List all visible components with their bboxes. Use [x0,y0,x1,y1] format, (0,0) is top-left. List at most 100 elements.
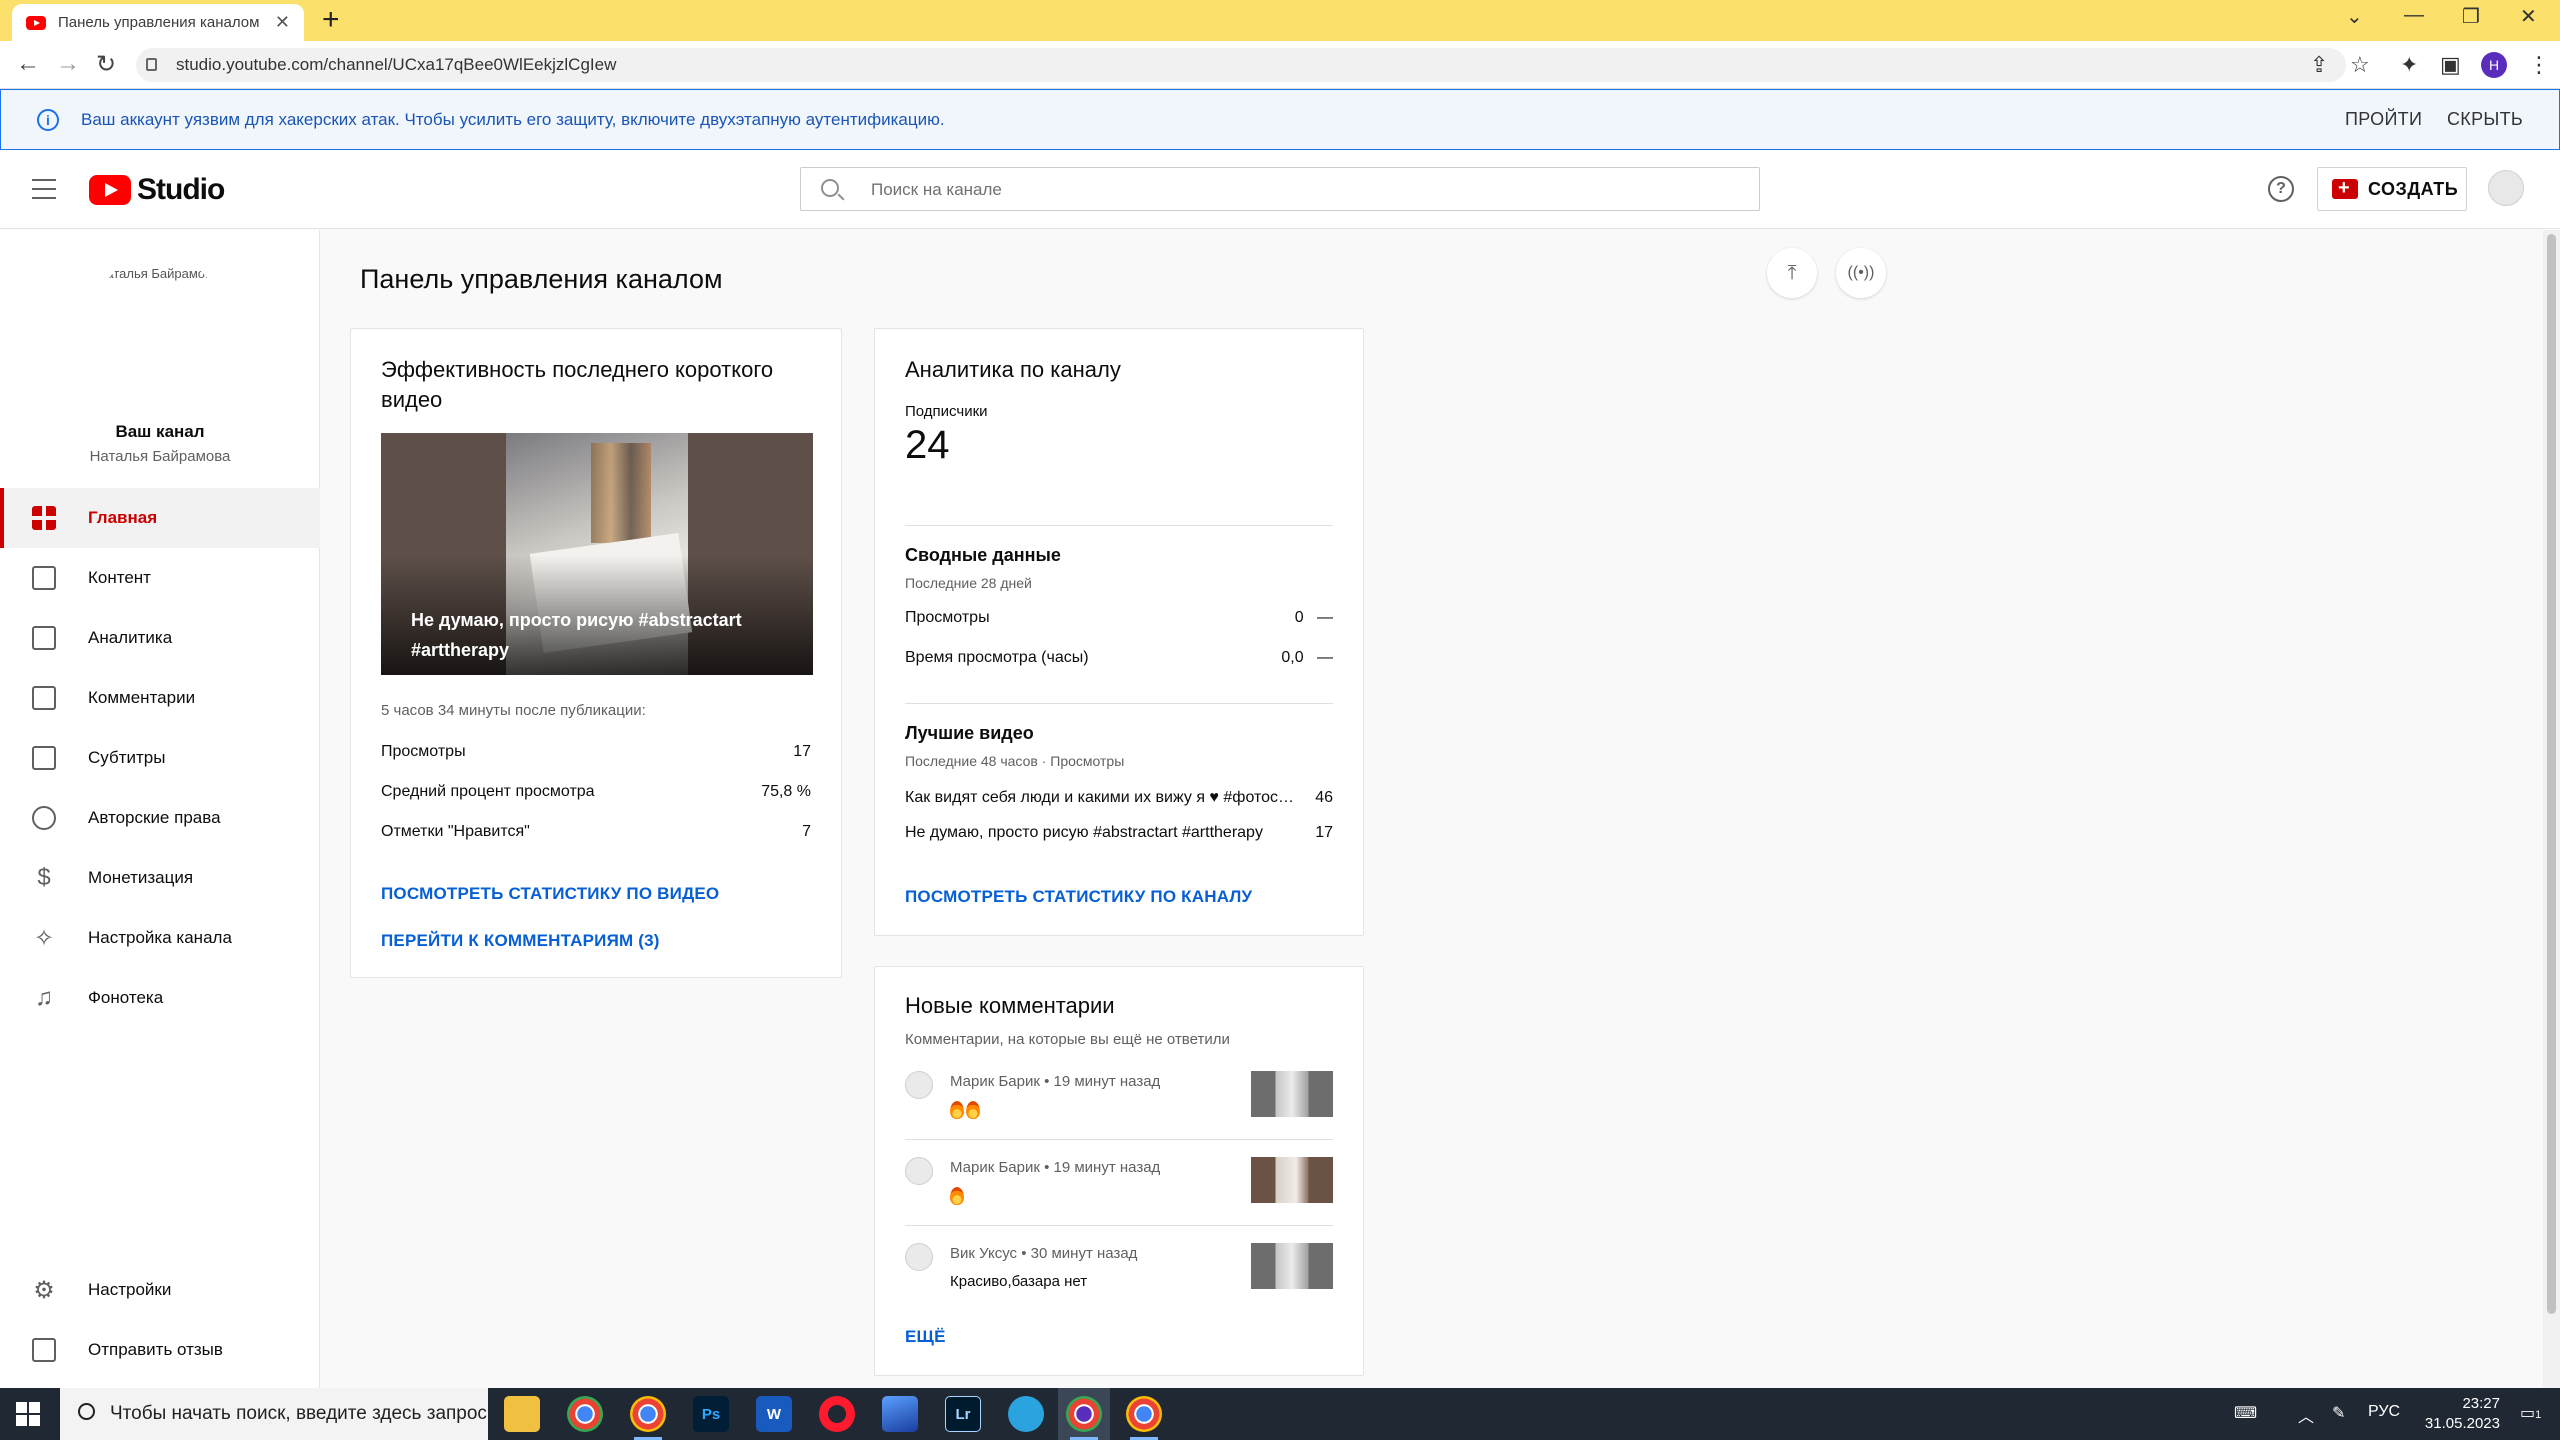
minimize-window-icon[interactable]: — [2404,4,2424,27]
top-videos-period: Последние 48 часов · Просмотры [905,753,1125,769]
browser-tab[interactable]: Панель управления каналом - YouTube Stud… [12,4,304,41]
forward-arrow-icon[interactable]: → [56,50,80,78]
notifications-count: 1 [2535,1409,2542,1421]
notifications-icon[interactable]: ▭1 [2520,1403,2541,1423]
hamburger-menu-icon[interactable] [32,179,56,199]
photoshop-icon[interactable]: Ps [693,1396,729,1432]
pen-tray-icon[interactable]: ✎ [2332,1403,2345,1423]
sidebar-item-monetization[interactable]: $ Монетизация [0,848,320,908]
dollar-icon: $ [37,864,51,891]
new-tab-button[interactable]: + [322,5,340,35]
telegram-icon[interactable] [1008,1396,1044,1432]
sidebar-item-audio-library[interactable]: ♫ Фонотека [0,968,320,1028]
comment-video-thumbnail[interactable] [1251,1157,1333,1203]
lightroom-icon[interactable]: Lr [945,1396,981,1432]
channel-avatar[interactable]: Наталья Байрамова [96,254,220,378]
sidebar-item-settings[interactable]: ⚙ Настройки [0,1260,320,1320]
file-explorer-icon[interactable] [504,1396,540,1432]
create-button[interactable]: СОЗДАТЬ [2317,167,2467,211]
sidebar-item-customization[interactable]: ✧ Настройка канала [0,908,320,968]
browser-menu-icon[interactable]: ⋮ [2528,52,2550,78]
comment-video-thumbnail[interactable] [1251,1243,1333,1289]
comment-item[interactable]: Вик Уксус • 30 минут назад Красиво,базар… [905,1243,1333,1329]
sidebar-item-analytics[interactable]: Аналитика [0,608,320,668]
upload-icon[interactable]: ⤒ [1767,248,1817,298]
go-live-icon[interactable]: ((•)) [1836,248,1886,298]
opera-icon[interactable] [819,1396,855,1432]
page-scrollbar[interactable] [2543,230,2560,1388]
go-to-comments-link[interactable]: ПЕРЕЙТИ К КОММЕНТАРИЯМ (3) [381,931,660,951]
chrome-window-icon[interactable] [1126,1396,1162,1440]
summary-value: 0 [1294,609,1304,626]
sidebar-item-subtitles[interactable]: Субтитры [0,728,320,788]
taskbar-clock[interactable]: 23:27 31.05.2023 [2400,1394,2500,1434]
sidebar-item-label: Настройка канала [88,928,232,947]
tab-close-icon[interactable]: ✕ [275,12,290,33]
taskbar-search-box[interactable]: Чтобы начать поиск, введите здесь запрос [60,1388,488,1440]
commenter-avatar[interactable] [905,1157,933,1185]
help-icon[interactable]: ? [2268,176,2294,202]
address-bar[interactable]: studio.youtube.com/channel/UCxa17qBee0Wl… [136,48,2346,82]
fire-emoji-icon [966,1101,980,1120]
account-avatar[interactable] [2488,170,2524,206]
commenter-avatar[interactable] [905,1243,933,1271]
comment-item[interactable]: Марик Барик • 19 минут назад [905,1071,1333,1157]
stat-row: Средний процент просмотра 75,8 % [381,783,811,801]
chrome-icon[interactable] [567,1396,603,1432]
close-window-icon[interactable]: ✕ [2520,4,2537,29]
sidebar-item-label: Авторские права [88,808,221,827]
tab-title: Панель управления каналом - YouTube Stud… [58,14,263,31]
chrome-profile-icon[interactable] [630,1396,666,1440]
top-video-row[interactable]: Как видят себя люди и какими их вижу я ♥… [905,789,1333,807]
sidebar-item-dashboard[interactable]: Главная [0,488,320,548]
summary-row: Просмотры 0 — [905,609,1333,627]
channel-analytics-card: Аналитика по каналу Подписчики 24 Сводны… [874,328,1364,936]
tab-search-chevron-icon[interactable]: ⌄ [2346,4,2363,29]
stat-label: Средний процент просмотра [381,783,595,800]
reload-icon[interactable]: ↻ [96,50,116,79]
youtube-play-icon [89,175,131,205]
comment-author: Марик Барик • 19 минут назад [950,1073,1161,1090]
video-thumbnail[interactable]: Не думаю, просто рисую #abstractart #art… [381,433,813,675]
infobar-go-button[interactable]: ПРОЙТИ [2345,109,2422,130]
top-video-row[interactable]: Не думаю, просто рисую #abstractart #art… [905,824,1333,842]
infobar-hide-button[interactable]: СКРЫТЬ [2447,109,2523,130]
sidebar-item-content[interactable]: Контент [0,548,320,608]
view-video-stats-link[interactable]: ПОСМОТРЕТЬ СТАТИСТИКУ ПО ВИДЕО [381,884,719,904]
sidebar-item-comments[interactable]: Комментарии [0,668,320,728]
more-comments-link[interactable]: ЕЩЁ [905,1327,946,1347]
channel-search-input[interactable]: Поиск на канале [800,167,1760,211]
show-hidden-icons-icon[interactable]: ︿ [2298,1403,2314,1427]
comment-text [950,1187,966,1206]
sidebar-item-label: Настройки [88,1280,172,1299]
card-title: Новые комментарии [905,993,1115,1018]
extensions-puzzle-icon[interactable]: ✦ [2400,52,2418,78]
bookmark-star-icon[interactable]: ☆ [2350,52,2370,78]
comment-video-thumbnail[interactable] [1251,1071,1333,1117]
windows-start-icon[interactable] [16,1402,40,1426]
share-icon[interactable]: ⇪ [2310,52,2328,78]
keyboard-tray-icon[interactable]: ⌨ [2234,1403,2257,1423]
channel-name: Наталья Байрамова [89,448,231,465]
sidebar-item-feedback[interactable]: Отправить отзыв [0,1320,320,1380]
scrollbar-thumb[interactable] [2547,234,2556,1314]
word-icon[interactable]: W [756,1396,792,1432]
input-language[interactable]: РУС [2368,1403,2400,1421]
chrome-active-icon[interactable] [1066,1396,1102,1440]
bird-app-icon[interactable] [882,1396,918,1432]
lock-icon[interactable] [146,58,157,71]
restore-window-icon[interactable]: ❐ [2462,4,2480,29]
back-arrow-icon[interactable]: ← [16,50,40,78]
youtube-studio-logo[interactable]: Studio [89,173,225,207]
view-channel-stats-link[interactable]: ПОСМОТРЕТЬ СТАТИСТИКУ ПО КАНАЛУ [905,887,1252,907]
comment-item[interactable]: Марик Барик • 19 минут назад [905,1157,1333,1243]
sidebar-item-copyright[interactable]: Авторские права [0,788,320,848]
comments-subtitle: Комментарии, на которые вы ещё не ответи… [905,1031,1230,1048]
sidebar: Наталья Байрамова Ваш канал Наталья Байр… [0,230,320,1388]
stat-value: 7 [802,823,811,840]
stat-label: Отметки "Нравится" [381,823,530,840]
clock-time: 23:27 [2462,1395,2500,1412]
browser-profile-avatar[interactable]: H [2481,52,2507,78]
side-panel-icon[interactable]: ▣ [2440,52,2461,78]
commenter-avatar[interactable] [905,1071,933,1099]
